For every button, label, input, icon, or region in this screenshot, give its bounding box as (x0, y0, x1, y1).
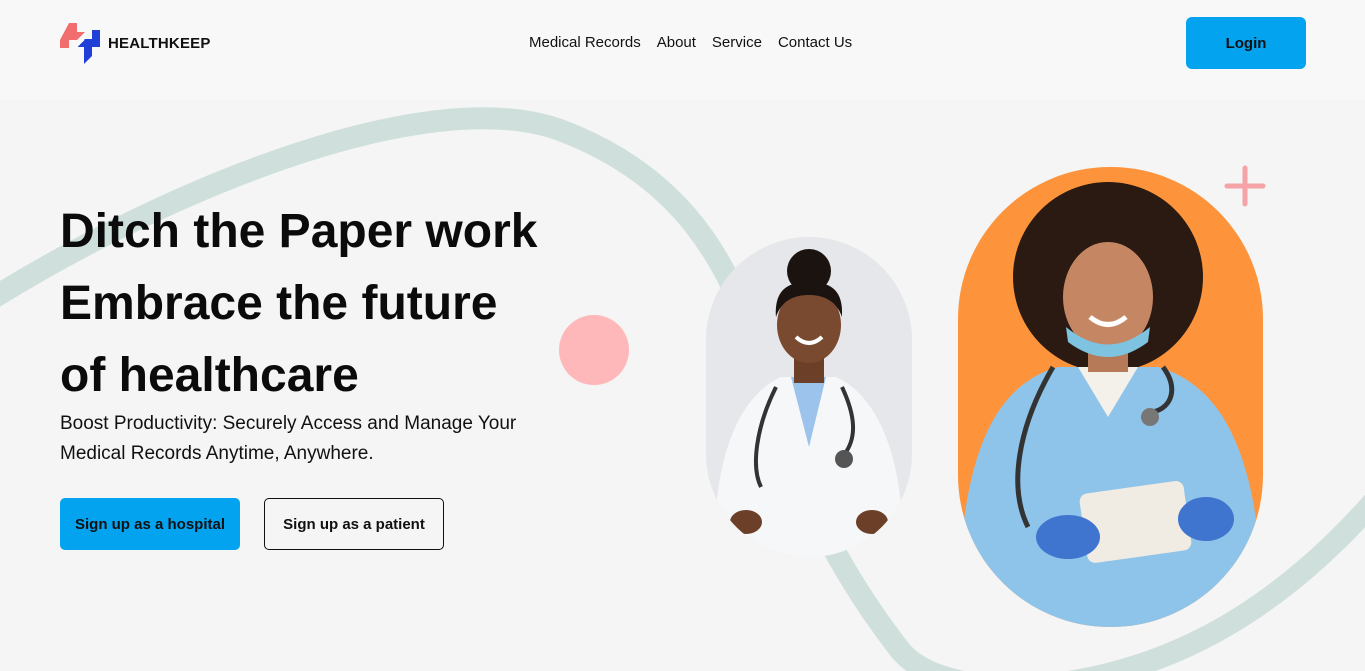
hero-title-line: of healthcare (60, 349, 359, 402)
brand-logo[interactable]: HEALTHKEEP (60, 23, 211, 64)
hero-title-line: Ditch the Paper work (60, 205, 538, 258)
brand-name: HEALTHKEEP (108, 35, 211, 52)
main-nav: Medical Records About Service Contact Us (529, 33, 852, 53)
medical-cross-logo-icon (60, 23, 100, 64)
login-button[interactable]: Login (1186, 17, 1306, 69)
nav-link-service[interactable]: Service (712, 33, 762, 53)
signup-hospital-button[interactable]: Sign up as a hospital (60, 498, 240, 550)
hero-subtitle: Boost Productivity: Securely Access and … (60, 413, 517, 464)
signup-patient-button[interactable]: Sign up as a patient (264, 498, 444, 550)
decorative-circle (559, 315, 629, 385)
hero-title: Ditch the Paper work Embrace the future … (60, 196, 537, 412)
nav-link-contact-us[interactable]: Contact Us (778, 33, 852, 53)
nav-link-medical-records[interactable]: Medical Records (529, 33, 641, 53)
hero-title-line: Embrace the future (60, 277, 498, 330)
nurse-photo (958, 167, 1263, 627)
doctor-photo (706, 237, 912, 557)
nav-link-about[interactable]: About (657, 33, 696, 53)
site-header: HEALTHKEEP Medical Records About Service… (0, 0, 1365, 100)
